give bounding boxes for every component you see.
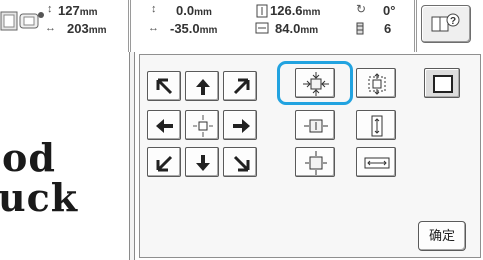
width-unit: mm <box>88 25 107 36</box>
stretch-vertical-icon <box>371 115 383 137</box>
pattern-height-icon <box>256 4 268 18</box>
status-bar: ↕ 127mm ↔ 203mm ↕ 0.0mm ↔ -35.0mm 126.6m… <box>0 0 483 52</box>
vertical-move-icon: ↕ <box>151 3 157 15</box>
arrow-right-icon <box>233 119 250 133</box>
center-vertical-button[interactable] <box>295 147 335 177</box>
arrow-down-right-icon <box>233 155 250 172</box>
move-up-right-button[interactable] <box>223 71 257 101</box>
x-position-value: -35.0 <box>170 21 200 36</box>
height-arrow-icon: ↕ <box>47 3 53 15</box>
thread-spool-icon <box>356 22 364 35</box>
help-button[interactable]: ? <box>421 5 471 43</box>
layout-panel-frame: 确定 <box>139 54 481 258</box>
arrow-up-left-icon <box>156 78 173 95</box>
pattern-width-unit: mm <box>300 25 319 36</box>
move-right-button[interactable] <box>223 110 257 140</box>
arrow-left-icon <box>156 119 173 133</box>
move-center-button[interactable] <box>185 110 219 140</box>
width-value: 203 <box>67 21 89 36</box>
center-pattern-icon <box>303 72 329 96</box>
arrow-up-icon <box>196 79 210 95</box>
arrow-down-icon <box>196 155 210 171</box>
square-frame-icon <box>433 75 453 93</box>
height-unit: mm <box>79 7 98 18</box>
thread-count-value: 6 <box>384 21 392 36</box>
move-down-right-button[interactable] <box>223 147 257 177</box>
angle-value: 0° <box>383 3 396 18</box>
center-move-icon <box>193 115 213 137</box>
stretch-horizontal-button[interactable] <box>356 147 396 177</box>
mirror-vertical-button[interactable] <box>295 110 335 140</box>
x-position-unit: mm <box>199 25 218 36</box>
height-value: 127 <box>58 3 80 18</box>
width-arrow-icon: ↔ <box>45 22 56 34</box>
status-divider <box>128 0 131 52</box>
preview-text-line-1: od <box>2 135 56 180</box>
frame-trace-button[interactable] <box>424 68 460 98</box>
pattern-preview: od uck <box>0 52 129 260</box>
horizontal-move-icon: ↔ <box>148 22 159 34</box>
pattern-height-unit: mm <box>302 7 321 18</box>
move-down-button[interactable] <box>185 147 219 177</box>
pattern-width-icon <box>255 22 269 34</box>
enlarge-icon <box>368 73 386 95</box>
svg-text:?: ? <box>450 16 456 27</box>
embroidery-frame-icon <box>0 11 44 31</box>
move-left-button[interactable] <box>147 110 181 140</box>
arrow-down-left-icon <box>156 155 173 172</box>
confirm-button[interactable]: 确定 <box>418 221 466 251</box>
preview-text-line-2: uck <box>0 175 79 220</box>
center-pattern-button[interactable] <box>295 68 335 98</box>
enlarge-pattern-button[interactable] <box>356 68 396 98</box>
y-position-unit: mm <box>194 7 212 18</box>
layout-panel: 确定 <box>135 52 483 260</box>
pattern-height-value: 126.6 <box>270 3 303 18</box>
status-divider-2 <box>414 0 417 52</box>
help-book-icon: ? <box>431 13 460 32</box>
pattern-width-value: 84.0 <box>275 21 301 36</box>
stretch-horizontal-icon <box>364 157 390 169</box>
move-up-button[interactable] <box>185 71 219 101</box>
move-up-left-button[interactable] <box>147 71 181 101</box>
y-position-value: 0.0 <box>176 3 195 18</box>
center-horizontal-icon <box>304 119 328 133</box>
arrow-up-right-icon <box>233 78 250 95</box>
move-down-left-button[interactable] <box>147 147 181 177</box>
rotation-icon: ↻ <box>356 2 367 16</box>
stretch-vertical-button[interactable] <box>356 110 396 140</box>
center-vertical-icon <box>305 151 327 175</box>
